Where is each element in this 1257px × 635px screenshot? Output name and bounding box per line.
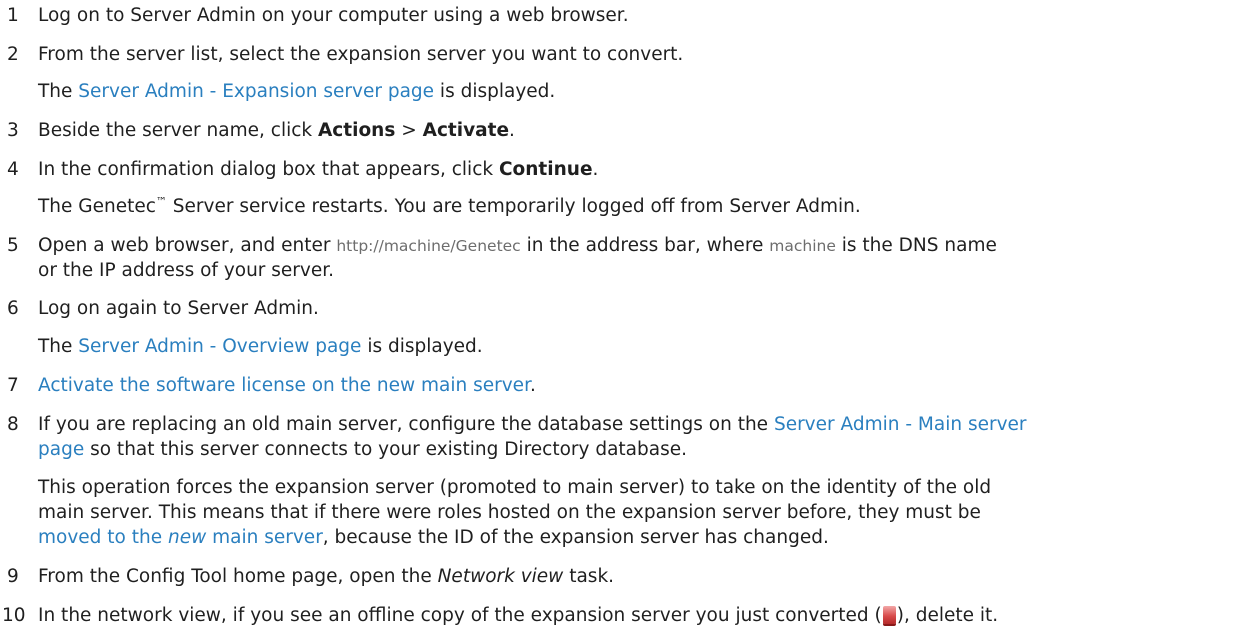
step-text: Activate the software license on the new…: [38, 373, 1251, 399]
text: so that this server connects to your exi…: [84, 439, 687, 460]
main-server-page-link[interactable]: Server Admin - Main server: [774, 414, 1027, 435]
offline-server-icon: [882, 606, 896, 624]
text: .: [592, 159, 599, 180]
link-emphasis: new: [168, 527, 207, 548]
step-text: From the server list, select the expansi…: [38, 44, 684, 65]
result-text: is displayed.: [434, 81, 556, 102]
text: .: [529, 375, 536, 396]
step-text: If you are replacing an old main server,…: [38, 412, 1251, 438]
text: The: [38, 336, 79, 357]
actions-term: Actions: [317, 120, 396, 141]
text: The Genetec: [38, 196, 156, 217]
continue-term: Continue: [498, 159, 593, 180]
note-text: moved to the new main server, because th…: [38, 525, 1251, 551]
step-text: page so that this server connects to you…: [38, 437, 1251, 463]
activate-term: Activate: [422, 120, 510, 141]
move-roles-link[interactable]: moved to the new main server: [38, 527, 323, 548]
result-text: The: [38, 81, 79, 102]
text: Beside the server name, click: [38, 120, 318, 141]
step-number: 10: [2, 605, 26, 626]
step-text: or the IP address of your server.: [38, 260, 335, 281]
text: In the confirmation dialog box that appe…: [38, 159, 499, 180]
step-text: Open a web browser, and enter http://mac…: [38, 233, 1251, 259]
overview-page-link[interactable]: Server Admin - Overview page: [78, 336, 361, 357]
text: task.: [563, 566, 615, 587]
step-result: The Server Admin - Overview page is disp…: [38, 334, 1251, 360]
network-view-term: Network view: [437, 566, 564, 587]
text: is the DNS name: [835, 235, 997, 256]
main-server-page-link-cont[interactable]: page: [38, 439, 84, 460]
link-text: moved to the: [38, 527, 168, 548]
text: >: [395, 120, 423, 141]
step-text: In the network view, if you see an offli…: [38, 603, 1251, 629]
step-text: In the confirmation dialog box that appe…: [38, 157, 1251, 183]
trademark-symbol: ™: [155, 195, 167, 208]
activate-license-link[interactable]: Activate the software license on the new…: [38, 375, 530, 396]
link-text: main server: [206, 527, 323, 548]
text: Open a web browser, and enter: [38, 235, 337, 256]
step-text: Beside the server name, click Actions > …: [38, 118, 1251, 144]
text: If you are replacing an old main server,…: [38, 414, 774, 435]
text: In the network view, if you see an offli…: [38, 605, 882, 626]
text: is displayed.: [361, 336, 483, 357]
text: ), delete it.: [896, 605, 999, 626]
step-result: The Genetec™ Server service restarts. Yo…: [38, 194, 1251, 222]
step-text: From the Config Tool home page, open the…: [38, 564, 1251, 590]
procedure-document: 1 Log on to Server Admin on your compute…: [0, 0, 1257, 635]
url-code: http://machine/Genetec: [336, 237, 521, 255]
machine-code: machine: [769, 237, 836, 255]
text: Server service restarts. You are tempora…: [166, 196, 861, 217]
text: , because the ID of the expansion server…: [322, 527, 829, 548]
step-text: Log on to Server Admin on your computer …: [38, 5, 629, 26]
step-text: Log on again to Server Admin.: [38, 298, 319, 319]
note-text: main server. This means that if there we…: [38, 502, 981, 523]
text: in the address bar, where: [520, 235, 770, 256]
note-text: This operation forces the expansion serv…: [38, 477, 992, 498]
expansion-server-page-link[interactable]: Server Admin - Expansion server page: [78, 81, 434, 102]
text: .: [509, 120, 515, 141]
text: From the Config Tool home page, open the: [38, 566, 438, 587]
step-result: The Server Admin - Expansion server page…: [38, 79, 1251, 105]
